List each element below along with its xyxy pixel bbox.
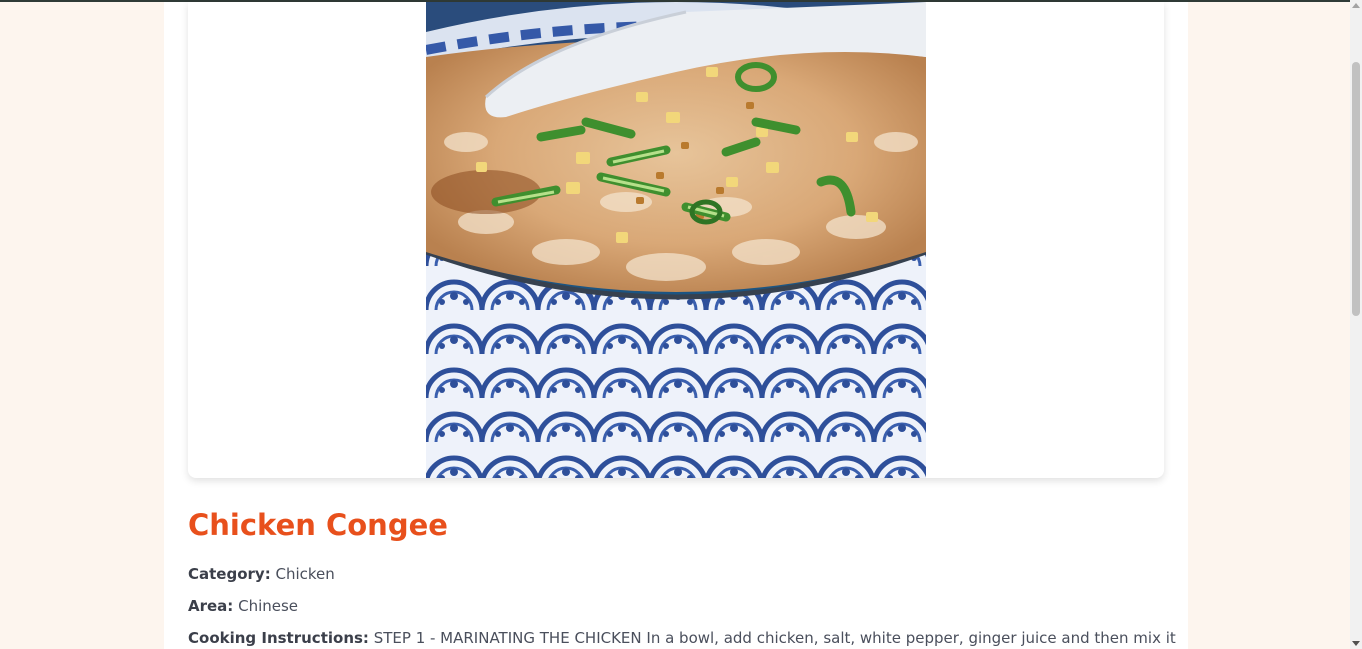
scroll-thumb[interactable]: [1352, 62, 1360, 316]
meal-image-card: [188, 2, 1164, 478]
meal-category: Category: Chicken: [188, 565, 335, 583]
page-scrollbar[interactable]: [1350, 0, 1362, 649]
instructions-text: STEP 1 - MARINATING THE CHICKEN In a bow…: [373, 629, 1176, 647]
meal-area: Area: Chinese: [188, 597, 298, 615]
area-label: Area:: [188, 597, 234, 615]
category-value: Chicken: [275, 565, 335, 583]
instructions-label: Cooking Instructions:: [188, 629, 369, 647]
meal-image: [426, 2, 926, 478]
scroll-up-icon[interactable]: [1352, 3, 1360, 8]
meal-instructions: Cooking Instructions: STEP 1 - MARINATIN…: [188, 629, 1176, 647]
area-value: Chinese: [238, 597, 299, 615]
meal-title: Chicken Congee: [188, 508, 448, 542]
category-label: Category:: [188, 565, 271, 583]
scroll-down-icon[interactable]: [1352, 641, 1360, 646]
meal-detail-page: Chicken Congee Category: Chicken Area: C…: [164, 2, 1188, 649]
